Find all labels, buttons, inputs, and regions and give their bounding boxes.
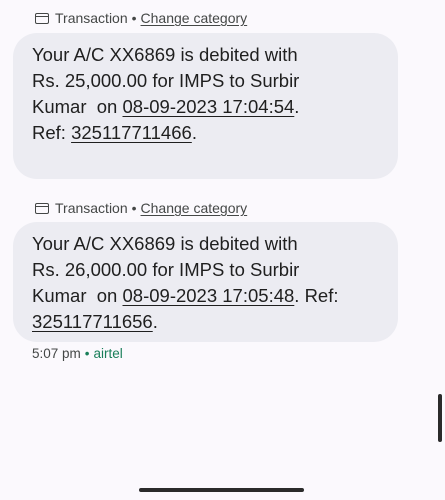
footer-separator: •: [84, 346, 90, 361]
reference-number-link[interactable]: 325117711466: [71, 122, 192, 143]
message-line: Rs. 26,000.00 for IMPS to Surbir: [32, 259, 300, 280]
credit-card-icon: [35, 12, 49, 24]
message-line: 325117711656.: [32, 309, 384, 335]
message-text: Ref:: [32, 122, 72, 143]
message-line: Your A/C XX6869 is debited with: [32, 233, 298, 254]
message-text: . Ref:: [294, 285, 339, 306]
message-time: 5:07 pm: [32, 346, 81, 361]
message-text: .: [191, 122, 197, 143]
message-bubble[interactable]: Your A/C XX6869 is debited with Rs. 26,0…: [13, 222, 398, 342]
category-label: Transaction: [55, 10, 128, 26]
date-link[interactable]: 08-09-2023 17:05:48: [123, 285, 295, 306]
message-bubble[interactable]: Your A/C XX6869 is debited with Rs. 25,0…: [13, 33, 398, 179]
credit-card-icon: [35, 202, 49, 214]
message-text: Kumar on: [32, 285, 123, 306]
meta-separator: •: [131, 10, 137, 26]
scrollbar[interactable]: [438, 394, 442, 442]
message-line: Kumar on 08-09-2023 17:05:48. Ref:: [32, 283, 384, 309]
date-link[interactable]: 08-09-2023 17:04:54: [123, 96, 295, 117]
home-gesture-bar[interactable]: [139, 488, 304, 492]
message-meta-row: Transaction • Change category: [35, 199, 247, 217]
message-text: .: [294, 96, 300, 117]
meta-separator: •: [131, 200, 137, 216]
carrier-label: airtel: [93, 346, 123, 361]
change-category-link[interactable]: Change category: [141, 200, 248, 216]
reference-number-link[interactable]: 325117711656: [32, 311, 153, 332]
message-footer: 5:07 pm • airtel: [32, 346, 123, 361]
message-text: .: [152, 311, 158, 332]
message-line: Rs. 25,000.00 for IMPS to Surbir: [32, 70, 300, 91]
category-label: Transaction: [55, 200, 128, 216]
message-text: Kumar on: [32, 96, 123, 117]
message-line: Ref: 325117711466.: [32, 120, 384, 146]
message-line: Your A/C XX6869 is debited with: [32, 44, 298, 65]
change-category-link[interactable]: Change category: [141, 10, 248, 26]
message-meta-row: Transaction • Change category: [35, 9, 247, 27]
message-line: Kumar on 08-09-2023 17:04:54.: [32, 94, 384, 120]
